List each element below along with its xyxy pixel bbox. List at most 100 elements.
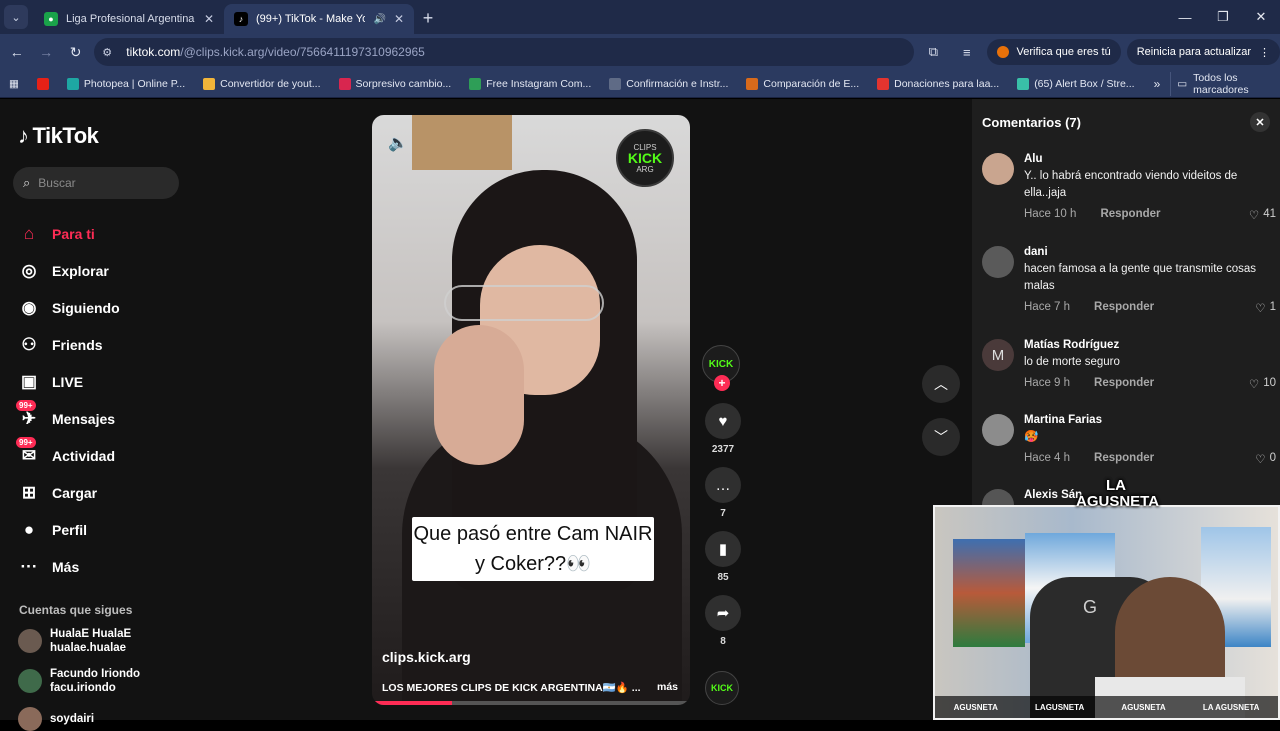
youtube-bookmark[interactable] — [28, 77, 58, 90]
bookmark-item[interactable]: Donaciones para laa... — [868, 77, 1008, 90]
bookmark-item[interactable]: Confirmación e Instr... — [600, 77, 737, 90]
close-tab-icon[interactable]: ✕ — [204, 12, 214, 26]
following-account[interactable]: HualaE HualaE hualae.hualae — [18, 627, 198, 655]
media-control-icon[interactable]: ≡ — [953, 38, 980, 66]
avatar — [18, 707, 42, 731]
volume-icon[interactable]: 🔈 — [388, 133, 408, 153]
comment-time: Hace 9 h — [1024, 377, 1071, 389]
comment-like-button[interactable]: ♡ 0 — [1255, 452, 1276, 466]
close-icon[interactable]: ✕ — [1250, 112, 1270, 132]
minimize-icon[interactable]: — — [1166, 10, 1204, 25]
upload-icon: ⊞ — [21, 482, 37, 502]
tab-liga-profesional[interactable]: ● Liga Profesional Argentina - PO ✕ — [34, 4, 224, 34]
update-pill[interactable]: Reinicia para actualizar ⋮ — [1126, 39, 1280, 65]
nav-item-siguiendo[interactable]: ◉ Siguiendo — [18, 289, 198, 326]
comment-like-button[interactable]: ♡ 1 — [1255, 301, 1276, 315]
compass-icon: ◎ — [21, 260, 37, 280]
forward-icon[interactable]: → — [33, 39, 58, 65]
nav-item-para-ti[interactable]: ⌂ Para ti — [18, 215, 198, 252]
comment-text: lo de morte seguro — [1024, 356, 1120, 368]
nav-label: Cargar — [52, 484, 98, 501]
comment-user[interactable]: Matías Rodríguez — [1024, 339, 1276, 351]
tab-tiktok[interactable]: ♪ (99+) TikTok - Make Your Da 🔊 ✕ — [224, 4, 414, 34]
apps-icon[interactable]: ▦ — [0, 78, 28, 90]
following-account[interactable]: Facundo Iriondo facu.iriondo — [18, 667, 198, 695]
chair-logo-icon: G — [1083, 597, 1098, 617]
more-link[interactable]: más — [657, 681, 678, 694]
comment-like-button[interactable]: ♡ 10 — [1249, 377, 1276, 391]
more-bookmarks-icon[interactable]: » — [1144, 77, 1171, 91]
creator-avatar[interactable]: KICK + — [702, 345, 740, 391]
brand-name: TikTok — [32, 123, 99, 148]
social-handles-bar: AGUSNETA LAGUSNETA AGUSNETA LA AGUSNETA — [935, 696, 1278, 718]
avatar[interactable] — [982, 246, 1014, 278]
site-info-icon[interactable]: ⚙ — [102, 46, 118, 59]
reply-button[interactable]: Responder — [1094, 301, 1154, 315]
bookmark-item[interactable]: (65) Alert Box / Stre... — [1008, 77, 1143, 90]
comment-like-button[interactable]: ♡ 41 — [1249, 208, 1276, 222]
notification-badge: 99+ — [16, 436, 36, 448]
reply-button[interactable]: Responder — [1094, 452, 1154, 466]
nav-item-más[interactable]: ··· Más — [18, 548, 198, 585]
all-bookmarks-button[interactable]: ▭ Todos los marcadores — [1170, 71, 1280, 96]
account-name: HualaE HualaE — [50, 628, 132, 640]
chevron-down-icon: ﹀ — [934, 429, 948, 445]
heart-icon: ♡ — [1248, 210, 1260, 222]
bookmark-favicon — [1017, 77, 1030, 90]
comment-user[interactable]: Martina Farias — [1024, 414, 1276, 426]
comment-text: Y.. lo habrá encontrado viendo videitos … — [1024, 170, 1238, 199]
back-icon[interactable]: ← — [4, 39, 29, 65]
video-author[interactable]: clips.kick.arg — [382, 649, 471, 665]
nav-item-perfil[interactable]: ● Perfil — [18, 511, 198, 548]
bookmark-item[interactable]: Photopea | Online P... — [58, 77, 194, 90]
close-tab-icon[interactable]: ✕ — [394, 12, 404, 26]
avatar[interactable] — [982, 153, 1014, 185]
nav-item-friends[interactable]: ⚇ Friends — [18, 326, 198, 363]
speaker-icon[interactable]: 🔊 — [373, 14, 385, 25]
search-input[interactable]: ⌕ Buscar — [13, 167, 179, 199]
new-tab-button[interactable]: + — [414, 4, 442, 32]
comment-icon[interactable]: … — [705, 467, 741, 503]
extensions-icon[interactable]: ⧉ — [920, 38, 947, 66]
sound-creator-avatar[interactable]: KICK — [705, 671, 739, 705]
nav-item-actividad[interactable]: ✉ 99+ Actividad — [16, 436, 198, 474]
tiktok-logo[interactable]: ♪ TikTok — [18, 123, 99, 149]
comment-user[interactable]: Alu — [1024, 153, 1276, 165]
avatar[interactable]: M — [982, 339, 1014, 371]
verify-label: Verifica que eres tú — [1016, 46, 1111, 58]
next-video-button[interactable]: ﹀ — [922, 418, 960, 456]
comment-time: Hace 7 h — [1024, 301, 1071, 313]
bookmark-item[interactable]: Convertidor de yout... — [194, 77, 329, 90]
share-icon[interactable]: ➦ — [705, 595, 741, 631]
bookmark-item[interactable]: Sorpresivo cambio... — [330, 77, 461, 90]
like-heart-icon[interactable]: ♥ — [705, 403, 741, 439]
tab-search-button[interactable]: ⌄ — [4, 5, 28, 29]
tab-title: (99+) TikTok - Make Your Da — [256, 13, 366, 25]
bookmark-item[interactable]: Comparación de E... — [737, 77, 868, 90]
video-player[interactable]: 🔈 CLIPS KICK ARG Que pasó entre Cam NAIR… — [372, 115, 690, 705]
bookmark-item[interactable]: Free Instagram Com... — [460, 77, 600, 90]
reply-button[interactable]: Responder — [1094, 377, 1154, 391]
previous-video-button[interactable]: ︿ — [922, 365, 960, 403]
reply-button[interactable]: Responder — [1100, 208, 1160, 222]
bookmark-icon[interactable]: ▮ — [705, 531, 741, 567]
nav-label: Mensajes — [52, 410, 116, 427]
save-count: 85 — [717, 572, 729, 583]
nav-item-live[interactable]: ▣ LIVE — [18, 363, 198, 400]
reload-icon[interactable]: ↻ — [63, 39, 88, 65]
follow-plus-icon[interactable]: + — [714, 375, 730, 391]
restore-icon[interactable]: ❐ — [1204, 9, 1242, 25]
following-account[interactable]: soydairi — [18, 707, 198, 731]
video-progress-bar[interactable] — [372, 701, 690, 705]
live-icon: ▣ — [20, 371, 38, 391]
nav-item-mensajes[interactable]: ✈ 99+ Mensajes — [16, 399, 198, 437]
nav-label: Perfil — [52, 521, 88, 538]
kebab-menu-icon[interactable]: ⋮ — [1259, 46, 1270, 59]
verify-pill[interactable]: Verifica que eres tú — [986, 39, 1121, 65]
nav-item-cargar[interactable]: ⊞ Cargar — [18, 474, 198, 511]
avatar[interactable] — [982, 414, 1014, 446]
nav-item-explorar[interactable]: ◎ Explorar — [18, 252, 198, 289]
close-window-icon[interactable]: ✕ — [1242, 9, 1280, 25]
address-bar[interactable]: ⚙ tiktok.com/@clips.kick.arg/video/75664… — [94, 38, 914, 296]
comment-user[interactable]: dani — [1024, 246, 1276, 258]
